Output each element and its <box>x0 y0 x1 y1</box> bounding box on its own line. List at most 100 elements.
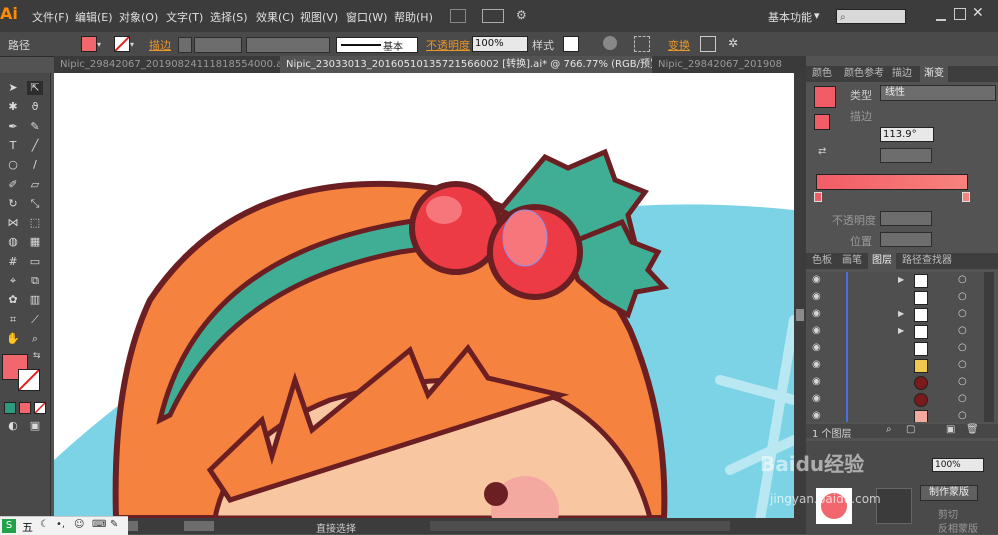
target-icon[interactable]: ○ <box>958 359 967 370</box>
variable-width-profile[interactable] <box>246 37 330 53</box>
transform-link[interactable]: 变换 <box>668 37 690 53</box>
tab-brushes[interactable]: 画笔 <box>838 253 866 269</box>
menu-window[interactable]: 窗口(W) <box>346 9 387 25</box>
tab-document-1[interactable]: Nipic_29842067_20190824111818554000.ai* … <box>54 56 284 73</box>
target-icon[interactable]: ○ <box>958 325 967 336</box>
opacity-field[interactable]: 100% <box>472 36 528 52</box>
target-icon[interactable]: ○ <box>958 308 967 319</box>
tab-stroke[interactable]: 描边 <box>888 66 916 82</box>
selection-tool-icon[interactable]: ➤ <box>5 81 21 95</box>
layer-row[interactable]: ◉ ▶ ○ <box>806 306 984 324</box>
workspace-switcher[interactable]: 基本功能 <box>768 9 812 25</box>
minimize-button[interactable] <box>936 9 946 21</box>
swap-colors-icon[interactable]: ⇆ <box>33 351 41 361</box>
tab-swatches[interactable]: 色板 <box>808 253 836 269</box>
recolor-artwork-icon[interactable] <box>603 36 617 50</box>
clipping-mask-icon[interactable]: ▢ <box>906 424 915 435</box>
target-icon[interactable]: ○ <box>958 393 967 404</box>
artboard-navigation-field[interactable] <box>184 521 214 531</box>
keyboard-icon[interactable]: ⌨ <box>92 519 106 530</box>
layer-row[interactable]: ◉ ○ <box>806 408 984 422</box>
menu-effect[interactable]: 效果(C) <box>256 9 294 25</box>
ime-logo-icon[interactable]: S <box>2 519 16 533</box>
layer-row[interactable]: ◉ ○ <box>806 357 984 375</box>
target-icon[interactable]: ○ <box>958 274 967 285</box>
gradient-opacity-field[interactable] <box>880 211 932 226</box>
brush-definition-dropdown[interactable]: 基本 <box>336 37 418 53</box>
transparency-opacity-field[interactable]: 100% <box>932 458 984 472</box>
eye-icon[interactable]: ◉ <box>812 342 821 353</box>
scale-tool-icon[interactable]: ⤡ <box>27 197 43 211</box>
tab-pathfinder[interactable]: 路径查找器 <box>898 253 956 269</box>
pen-tool-icon[interactable]: ✒ <box>5 120 21 134</box>
eye-icon[interactable]: ◉ <box>812 410 821 421</box>
chevron-down-icon[interactable]: ▾ <box>97 40 101 49</box>
gradient-type-dropdown[interactable]: 线性 <box>880 85 996 101</box>
menu-select[interactable]: 选择(S) <box>210 9 248 25</box>
menu-file[interactable]: 文件(F) <box>32 9 69 25</box>
tab-layers[interactable]: 图层 <box>868 253 896 269</box>
aspect-ratio-field[interactable] <box>880 148 932 163</box>
search-field[interactable]: ⌕ <box>836 9 906 24</box>
paintbrush-tool-icon[interactable]: / <box>27 158 43 172</box>
menu-type[interactable]: 文字(T) <box>166 9 203 25</box>
eye-icon[interactable]: ◉ <box>812 359 821 370</box>
gradient-angle-field[interactable]: 113.9° <box>880 127 934 142</box>
reverse-gradient-icon[interactable]: ⇄ <box>818 146 826 157</box>
layer-row[interactable]: ◉ ○ <box>806 289 984 307</box>
expand-arrow-icon[interactable]: ▶ <box>898 326 904 335</box>
eye-icon[interactable]: ◉ <box>812 274 821 285</box>
bridge-icon[interactable] <box>450 9 466 23</box>
isolate-icon[interactable]: ✲ <box>728 36 742 50</box>
stroke-weight-stepper[interactable] <box>178 37 192 53</box>
menu-edit[interactable]: 编辑(E) <box>75 9 113 25</box>
column-graph-tool-icon[interactable]: ▥ <box>27 293 43 307</box>
stroke-label[interactable]: 描边 <box>149 37 171 53</box>
target-icon[interactable]: ○ <box>958 376 967 387</box>
zoom-field[interactable] <box>128 521 138 531</box>
artboard-canvas[interactable] <box>54 73 794 518</box>
layers-scrollbar[interactable] <box>984 272 994 422</box>
eye-icon[interactable]: ◉ <box>812 291 821 302</box>
moon-icon[interactable]: ☾ <box>40 519 49 530</box>
screen-mode-icon[interactable]: ▣ <box>27 419 43 433</box>
color-mode-icon[interactable] <box>4 402 16 414</box>
stroke-swatch[interactable] <box>114 36 130 52</box>
menu-view[interactable]: 视图(V) <box>300 9 338 25</box>
blend-tool-icon[interactable]: ⧉ <box>27 274 43 288</box>
fill-mini-swatch[interactable] <box>814 114 830 130</box>
pencil-tool-icon[interactable]: ✐ <box>5 178 21 192</box>
tab-gradient[interactable]: 渐变 <box>920 66 948 82</box>
emoji-icon[interactable]: ☺ <box>74 519 84 530</box>
hand-tool-icon[interactable]: ✋ <box>5 332 21 346</box>
delete-layer-icon[interactable]: 🗑 <box>966 424 979 435</box>
maximize-button[interactable] <box>954 8 966 20</box>
gradient-tool-icon[interactable]: ▭ <box>27 255 43 269</box>
make-mask-button[interactable]: 制作蒙版 <box>920 485 978 501</box>
mask-thumbnail[interactable] <box>876 488 912 524</box>
invert-mask-checkbox-label[interactable]: 反相蒙版 <box>938 520 978 535</box>
eyedropper-tool-icon[interactable]: ⌖ <box>5 274 21 288</box>
layer-row[interactable]: ◉ ○ <box>806 374 984 392</box>
free-transform-tool-icon[interactable]: ⬚ <box>27 216 43 230</box>
punctuation-icon[interactable]: •, <box>56 519 65 530</box>
symbol-sprayer-tool-icon[interactable]: ✿ <box>5 293 21 307</box>
clip-checkbox-label[interactable]: 剪切 <box>938 506 958 521</box>
ime-mode-label[interactable]: 五 <box>22 519 33 535</box>
new-layer-icon[interactable]: ▣ <box>946 424 955 435</box>
ellipse-tool-icon[interactable]: ○ <box>5 158 21 172</box>
stroke-weight-field[interactable] <box>194 37 242 53</box>
slice-tool-icon[interactable]: ⟋ <box>27 313 43 327</box>
gradient-stop-start[interactable] <box>814 192 822 202</box>
curvature-tool-icon[interactable]: ✎ <box>27 120 43 134</box>
gradient-slider[interactable] <box>816 174 968 190</box>
tab-document-3[interactable]: Nipic_29842067_201908 <box>652 56 818 73</box>
transform-icon[interactable] <box>700 36 716 52</box>
tab-color[interactable]: 颜色 <box>808 66 836 82</box>
eye-icon[interactable]: ◉ <box>812 376 821 387</box>
menu-object[interactable]: 对象(O) <box>119 9 158 25</box>
close-button[interactable]: ✕ <box>972 5 984 21</box>
magic-wand-tool-icon[interactable]: ✱ <box>5 100 21 114</box>
perspective-grid-tool-icon[interactable]: ▦ <box>27 235 43 249</box>
gpu-performance-icon[interactable]: ⚙ <box>516 8 530 22</box>
